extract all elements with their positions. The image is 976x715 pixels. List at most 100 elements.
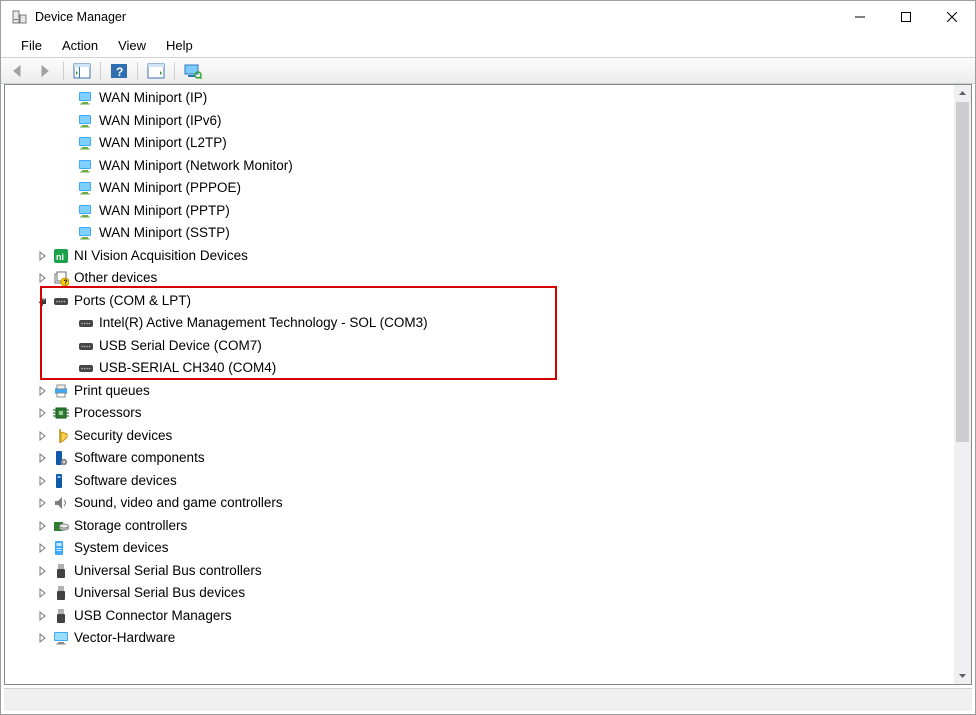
net-icon xyxy=(78,225,94,241)
tree-item-security-devices[interactable]: Security devices xyxy=(5,425,971,448)
toolbar: ? xyxy=(1,57,975,84)
vertical-scrollbar[interactable] xyxy=(954,85,971,684)
tree-item-label: WAN Miniport (IP) xyxy=(99,87,207,109)
devices-monitor-button[interactable] xyxy=(181,60,205,82)
chevron-right-icon[interactable] xyxy=(37,565,49,577)
tree-item-print-queues[interactable]: Print queues xyxy=(5,380,971,403)
net-icon xyxy=(78,180,94,196)
tree-item-label: WAN Miniport (L2TP) xyxy=(99,132,227,154)
tree-item-network-adapter[interactable]: WAN Miniport (L2TP) xyxy=(5,132,971,155)
chevron-right-icon[interactable] xyxy=(37,272,49,284)
tree-item-ports[interactable]: Ports (COM & LPT) xyxy=(5,290,971,313)
tree-item-software-components[interactable]: Software components xyxy=(5,447,971,470)
tree-item-label: NI Vision Acquisition Devices xyxy=(74,245,248,267)
chevron-down-icon[interactable] xyxy=(37,295,49,307)
tree-item-network-adapter[interactable]: WAN Miniport (PPTP) xyxy=(5,200,971,223)
menu-action[interactable]: Action xyxy=(52,36,108,55)
menubar: File Action View Help xyxy=(1,33,975,57)
tree-item-sound[interactable]: Sound, video and game controllers xyxy=(5,492,971,515)
tree-item-usb-connector-managers[interactable]: USB Connector Managers xyxy=(5,605,971,628)
tree-item-port-device[interactable]: Intel(R) Active Management Technology - … xyxy=(5,312,971,335)
swcomp-icon xyxy=(53,450,69,466)
scroll-up-arrow[interactable] xyxy=(954,85,971,102)
port-icon xyxy=(53,293,69,309)
tree-item-vector-hardware[interactable]: Vector-Hardware xyxy=(5,627,971,650)
chevron-right-icon[interactable] xyxy=(37,430,49,442)
tree-item-system-devices[interactable]: System devices xyxy=(5,537,971,560)
sound-icon xyxy=(53,495,69,511)
tree-item-ni-vision[interactable]: NI Vision Acquisition Devices xyxy=(5,245,971,268)
scroll-track[interactable] xyxy=(954,102,971,667)
tree-item-label: Other devices xyxy=(74,267,157,289)
menu-help[interactable]: Help xyxy=(156,36,203,55)
tree-item-label: Software devices xyxy=(74,470,177,492)
chevron-right-icon[interactable] xyxy=(37,632,49,644)
chevron-right-icon[interactable] xyxy=(37,587,49,599)
tree-item-usb-devices[interactable]: Universal Serial Bus devices xyxy=(5,582,971,605)
tree-item-label: Intel(R) Active Management Technology - … xyxy=(99,312,428,334)
scroll-thumb[interactable] xyxy=(956,102,969,442)
tree-item-label: WAN Miniport (IPv6) xyxy=(99,110,222,132)
help-button[interactable]: ? xyxy=(107,60,131,82)
minimize-button[interactable] xyxy=(837,1,883,33)
storage-icon xyxy=(53,518,69,534)
tree-item-label: Universal Serial Bus controllers xyxy=(74,560,262,582)
tree-item-label: Processors xyxy=(74,402,142,424)
chevron-right-icon[interactable] xyxy=(37,385,49,397)
monitor-icon xyxy=(53,630,69,646)
tree-item-network-adapter[interactable]: WAN Miniport (Network Monitor) xyxy=(5,155,971,178)
tree-item-label: Vector-Hardware xyxy=(74,627,175,649)
tree-item-software-devices[interactable]: Software devices xyxy=(5,470,971,493)
device-tree[interactable]: WAN Miniport (IP)WAN Miniport (IPv6)WAN … xyxy=(5,87,971,650)
chevron-right-icon[interactable] xyxy=(37,250,49,262)
chevron-right-icon[interactable] xyxy=(37,452,49,464)
system-icon xyxy=(53,540,69,556)
net-icon xyxy=(78,113,94,129)
chevron-right-icon[interactable] xyxy=(37,520,49,532)
net-icon xyxy=(78,90,94,106)
svg-text:?: ? xyxy=(116,65,123,79)
usb-icon xyxy=(53,608,69,624)
tree-item-usb-controllers[interactable]: Universal Serial Bus controllers xyxy=(5,560,971,583)
tree-item-processors[interactable]: Processors xyxy=(5,402,971,425)
tree-item-label: Ports (COM & LPT) xyxy=(74,290,191,312)
tree-item-label: USB Serial Device (COM7) xyxy=(99,335,262,357)
tree-item-port-device[interactable]: USB-SERIAL CH340 (COM4) xyxy=(5,357,971,380)
chevron-right-icon[interactable] xyxy=(37,610,49,622)
show-hide-tree-button[interactable] xyxy=(70,60,94,82)
tree-item-other-devices[interactable]: Other devices xyxy=(5,267,971,290)
tree-item-network-adapter[interactable]: WAN Miniport (IPv6) xyxy=(5,110,971,133)
close-button[interactable] xyxy=(929,1,975,33)
tree-item-label: System devices xyxy=(74,537,169,559)
nav-back-button[interactable] xyxy=(7,60,31,82)
usb-icon xyxy=(53,585,69,601)
maximize-button[interactable] xyxy=(883,1,929,33)
usb-icon xyxy=(53,563,69,579)
chevron-right-icon[interactable] xyxy=(37,542,49,554)
tree-item-network-adapter[interactable]: WAN Miniport (SSTP) xyxy=(5,222,971,245)
tree-item-network-adapter[interactable]: WAN Miniport (IP) xyxy=(5,87,971,110)
sec-icon xyxy=(53,428,69,444)
nav-forward-button[interactable] xyxy=(33,60,57,82)
content-frame: WAN Miniport (IP)WAN Miniport (IPv6)WAN … xyxy=(1,84,975,714)
window-frame: Device Manager File Action View Help ? xyxy=(0,0,976,715)
titlebar[interactable]: Device Manager xyxy=(1,1,975,33)
scan-hardware-button[interactable] xyxy=(144,60,168,82)
tree-item-label: WAN Miniport (PPPOE) xyxy=(99,177,241,199)
menu-file[interactable]: File xyxy=(11,36,52,55)
tree-item-network-adapter[interactable]: WAN Miniport (PPPOE) xyxy=(5,177,971,200)
port-icon xyxy=(78,360,94,376)
menu-view[interactable]: View xyxy=(108,36,156,55)
other-icon xyxy=(53,270,69,286)
chevron-right-icon[interactable] xyxy=(37,407,49,419)
cpu-icon xyxy=(53,405,69,421)
tree-item-port-device[interactable]: USB Serial Device (COM7) xyxy=(5,335,971,358)
tree-item-label: Universal Serial Bus devices xyxy=(74,582,245,604)
chevron-right-icon[interactable] xyxy=(37,475,49,487)
scroll-down-arrow[interactable] xyxy=(954,667,971,684)
tree-item-storage-controllers[interactable]: Storage controllers xyxy=(5,515,971,538)
net-icon xyxy=(78,203,94,219)
port-icon xyxy=(78,338,94,354)
chevron-right-icon[interactable] xyxy=(37,497,49,509)
net-icon xyxy=(78,158,94,174)
